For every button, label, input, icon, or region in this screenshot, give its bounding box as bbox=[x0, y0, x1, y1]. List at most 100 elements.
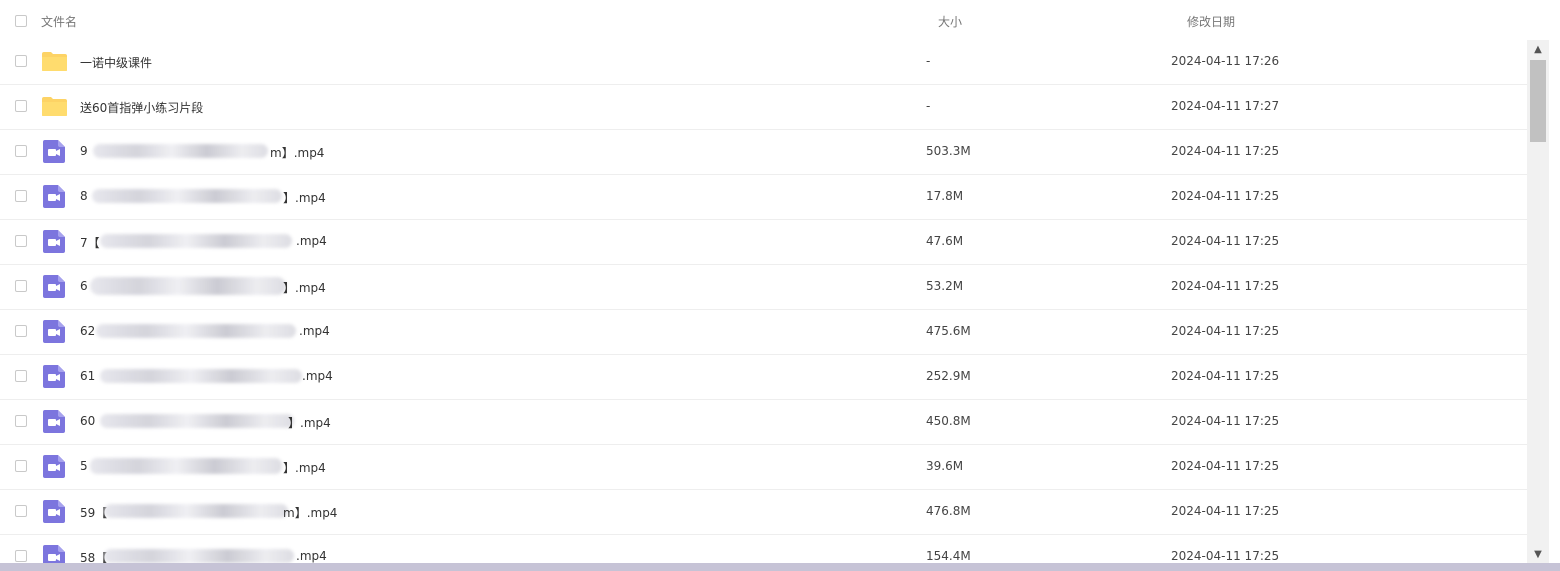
row-checkbox[interactable] bbox=[15, 505, 27, 517]
video-file-icon bbox=[43, 230, 65, 253]
redacted-text bbox=[90, 458, 282, 474]
file-name-prefix[interactable]: 60 bbox=[80, 414, 95, 428]
video-file-icon bbox=[43, 275, 65, 298]
row-checkbox[interactable] bbox=[15, 100, 27, 112]
file-date: 2024-04-11 17:25 bbox=[1171, 189, 1280, 203]
row-checkbox[interactable] bbox=[15, 55, 27, 67]
file-size: 476.8M bbox=[926, 504, 971, 518]
video-file-icon bbox=[43, 410, 65, 433]
file-row[interactable]: 59【 m】.mp4 476.8M 2024-04-11 17:25 bbox=[0, 490, 1527, 535]
video-file-icon bbox=[43, 320, 65, 343]
row-checkbox[interactable] bbox=[15, 460, 27, 472]
file-row[interactable]: 9 m】.mp4 503.3M 2024-04-11 17:25 bbox=[0, 130, 1527, 175]
scrollbar-thumb[interactable] bbox=[1530, 60, 1546, 142]
file-date: 2024-04-11 17:25 bbox=[1171, 144, 1280, 158]
file-size: 475.6M bbox=[926, 324, 971, 338]
file-size: - bbox=[926, 54, 931, 68]
redacted-text bbox=[100, 369, 302, 383]
file-date: 2024-04-11 17:25 bbox=[1171, 324, 1280, 338]
file-name-suffix[interactable]: 】.mp4 bbox=[283, 279, 326, 296]
file-row[interactable]: 61 .mp4 252.9M 2024-04-11 17:25 bbox=[0, 355, 1527, 400]
redacted-text bbox=[92, 189, 282, 203]
vertical-scrollbar[interactable]: ▲ ▼ bbox=[1527, 40, 1549, 563]
video-file-icon bbox=[43, 365, 65, 388]
column-header-name[interactable]: 文件名 bbox=[41, 13, 77, 30]
select-all-checkbox[interactable] bbox=[15, 15, 27, 27]
bottom-border bbox=[0, 563, 1560, 571]
file-list-header: 文件名 大小 修改日期 bbox=[0, 0, 1527, 41]
scroll-up-arrow-icon[interactable]: ▲ bbox=[1527, 40, 1549, 58]
file-date: 2024-04-11 17:25 bbox=[1171, 549, 1280, 563]
file-size: 39.6M bbox=[926, 459, 964, 473]
window-edge bbox=[1549, 0, 1560, 571]
file-name-suffix[interactable]: .mp4 bbox=[296, 549, 327, 563]
column-header-date[interactable]: 修改日期 bbox=[1187, 13, 1235, 30]
column-header-size[interactable]: 大小 bbox=[938, 13, 962, 30]
file-row[interactable]: 7【 .mp4 47.6M 2024-04-11 17:25 bbox=[0, 220, 1527, 265]
file-size: 53.2M bbox=[926, 279, 964, 293]
row-checkbox[interactable] bbox=[15, 190, 27, 202]
file-size: 154.4M bbox=[926, 549, 971, 563]
redacted-text bbox=[104, 549, 294, 563]
redacted-text bbox=[100, 234, 292, 248]
row-checkbox[interactable] bbox=[15, 550, 27, 562]
row-checkbox[interactable] bbox=[15, 280, 27, 292]
redacted-text bbox=[104, 504, 288, 518]
file-date: 2024-04-11 17:27 bbox=[1171, 99, 1280, 113]
scroll-down-arrow-icon[interactable]: ▼ bbox=[1527, 545, 1549, 563]
row-checkbox[interactable] bbox=[15, 325, 27, 337]
file-name-prefix[interactable]: 8 bbox=[80, 189, 88, 203]
file-size: 47.6M bbox=[926, 234, 964, 248]
file-name-suffix[interactable]: .mp4 bbox=[296, 234, 327, 248]
video-file-icon bbox=[43, 455, 65, 478]
file-date: 2024-04-11 17:26 bbox=[1171, 54, 1280, 68]
row-checkbox[interactable] bbox=[15, 370, 27, 382]
file-size: 17.8M bbox=[926, 189, 964, 203]
file-name-suffix[interactable]: .mp4 bbox=[302, 369, 333, 383]
redacted-text bbox=[100, 414, 294, 428]
file-name-prefix[interactable]: 61 bbox=[80, 369, 95, 383]
file-name[interactable]: 送60首指弹小练习片段 bbox=[80, 99, 203, 116]
file-size: 503.3M bbox=[926, 144, 971, 158]
file-size: - bbox=[926, 99, 931, 113]
file-row[interactable]: 送60首指弹小练习片段 - 2024-04-11 17:27 bbox=[0, 85, 1527, 130]
video-file-icon bbox=[43, 500, 65, 523]
row-checkbox[interactable] bbox=[15, 235, 27, 247]
file-row[interactable]: 58【 .mp4 154.4M 2024-04-11 17:25 bbox=[0, 535, 1527, 563]
file-size: 252.9M bbox=[926, 369, 971, 383]
file-name-suffix[interactable]: 】.mp4 bbox=[283, 459, 326, 476]
file-name-prefix[interactable]: 5 bbox=[80, 459, 88, 473]
redacted-text bbox=[93, 144, 268, 158]
folder-icon bbox=[42, 97, 67, 116]
file-row[interactable]: 62 .mp4 475.6M 2024-04-11 17:25 bbox=[0, 310, 1527, 355]
file-name-prefix[interactable]: 6 bbox=[80, 279, 88, 293]
video-file-icon bbox=[43, 140, 65, 163]
file-date: 2024-04-11 17:25 bbox=[1171, 504, 1280, 518]
file-name-suffix[interactable]: 】.mp4 bbox=[288, 414, 331, 431]
redacted-text bbox=[90, 277, 286, 295]
file-name-suffix[interactable]: m】.mp4 bbox=[283, 504, 337, 521]
file-name[interactable]: 一诺中级课件 bbox=[80, 54, 152, 71]
video-file-icon bbox=[43, 545, 65, 563]
video-file-icon bbox=[43, 185, 65, 208]
file-date: 2024-04-11 17:25 bbox=[1171, 459, 1280, 473]
file-list: 一诺中级课件 - 2024-04-11 17:26 送60首指弹小练习片段 - … bbox=[0, 40, 1527, 563]
file-name-prefix[interactable]: 62 bbox=[80, 324, 95, 338]
file-name-suffix[interactable]: 】.mp4 bbox=[283, 189, 326, 206]
row-checkbox[interactable] bbox=[15, 145, 27, 157]
redacted-text bbox=[96, 324, 296, 338]
file-name-suffix[interactable]: .mp4 bbox=[299, 324, 330, 338]
file-name-prefix[interactable]: 7【 bbox=[80, 234, 100, 251]
file-row[interactable]: 一诺中级课件 - 2024-04-11 17:26 bbox=[0, 40, 1527, 85]
file-date: 2024-04-11 17:25 bbox=[1171, 279, 1280, 293]
file-name-suffix[interactable]: m】.mp4 bbox=[270, 144, 324, 161]
file-row[interactable]: 5 】.mp4 39.6M 2024-04-11 17:25 bbox=[0, 445, 1527, 490]
file-date: 2024-04-11 17:25 bbox=[1171, 369, 1280, 383]
file-date: 2024-04-11 17:25 bbox=[1171, 234, 1280, 248]
row-checkbox[interactable] bbox=[15, 415, 27, 427]
file-row[interactable]: 6 】.mp4 53.2M 2024-04-11 17:25 bbox=[0, 265, 1527, 310]
file-row[interactable]: 8 】.mp4 17.8M 2024-04-11 17:25 bbox=[0, 175, 1527, 220]
file-row[interactable]: 60 】.mp4 450.8M 2024-04-11 17:25 bbox=[0, 400, 1527, 445]
file-name-prefix[interactable]: 9 bbox=[80, 144, 88, 158]
file-date: 2024-04-11 17:25 bbox=[1171, 414, 1280, 428]
